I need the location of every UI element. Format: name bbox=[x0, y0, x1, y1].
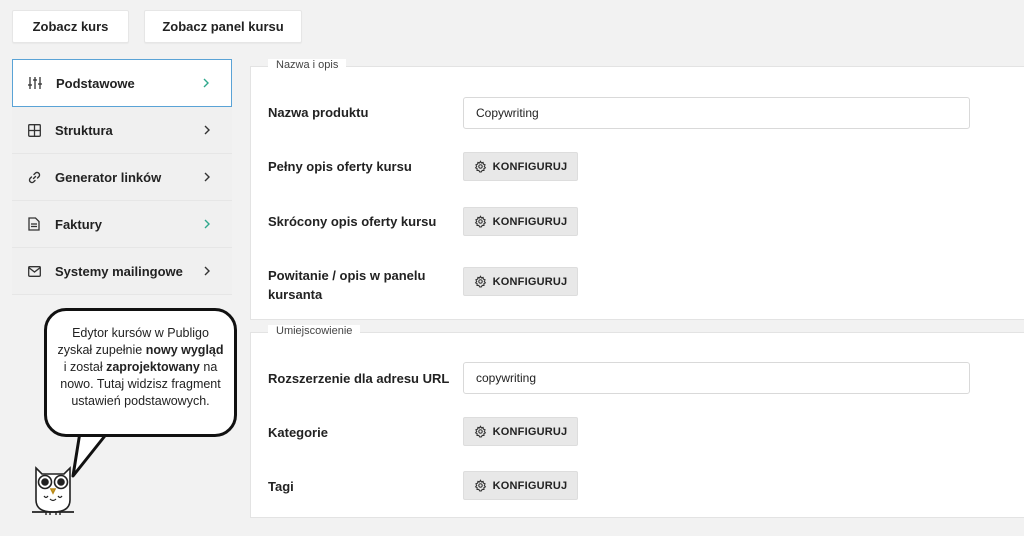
configure-label: KONFIGURUJ bbox=[492, 425, 568, 438]
chevron-right-icon bbox=[204, 172, 210, 182]
section-legend: Nazwa i opis bbox=[268, 59, 347, 71]
settings-sidebar: Podstawowe Struktura Generator linków Fa… bbox=[12, 59, 232, 295]
url-extension-input[interactable]: copywriting bbox=[463, 362, 970, 394]
section-legend: Umiejscowienie bbox=[268, 325, 361, 337]
sidebar-item-label: Podstawowe bbox=[56, 75, 135, 91]
view-course-panel-button[interactable]: Zobacz panel kursu bbox=[144, 10, 302, 43]
welcome-label-line1: Powitanie / opis w panelu bbox=[268, 268, 426, 283]
configure-full-description-button[interactable]: KONFIGURUJ bbox=[463, 152, 578, 181]
configure-label: KONFIGURUJ bbox=[492, 160, 568, 173]
product-name-label: Nazwa produktu bbox=[268, 105, 369, 120]
bubble-bold-2: zaprojektowany bbox=[106, 360, 200, 374]
document-icon bbox=[27, 217, 41, 231]
gear-icon bbox=[474, 160, 486, 173]
grid-icon bbox=[27, 123, 41, 137]
bubble-text-2: i został bbox=[63, 360, 107, 374]
placement-section: Umiejscowienie Rozszerzenie dla adresu U… bbox=[250, 325, 1024, 518]
bubble-bold-1: nowy wygląd bbox=[145, 343, 224, 357]
configure-short-description-button[interactable]: KONFIGURUJ bbox=[463, 207, 578, 236]
categories-label: Kategorie bbox=[268, 425, 328, 440]
configure-welcome-button[interactable]: KONFIGURUJ bbox=[463, 267, 578, 296]
sidebar-item-invoices[interactable]: Faktury bbox=[12, 201, 232, 248]
gear-icon bbox=[474, 215, 486, 228]
gear-icon bbox=[474, 275, 486, 288]
sliders-icon bbox=[28, 76, 42, 90]
chevron-right-icon bbox=[204, 266, 210, 276]
sidebar-item-label: Faktury bbox=[55, 216, 102, 232]
chevron-right-icon bbox=[204, 125, 210, 135]
welcome-label-line2: kursanta bbox=[268, 287, 323, 302]
chevron-right-icon bbox=[204, 219, 210, 229]
configure-tags-button[interactable]: KONFIGURUJ bbox=[463, 471, 578, 500]
configure-categories-button[interactable]: KONFIGURUJ bbox=[463, 417, 578, 446]
sidebar-item-link-generator[interactable]: Generator linków bbox=[12, 154, 232, 201]
chevron-right-icon bbox=[203, 78, 209, 88]
short-description-label: Skrócony opis oferty kursu bbox=[268, 214, 437, 229]
speech-bubble-tail bbox=[71, 430, 110, 478]
owl-mascot-icon bbox=[32, 466, 74, 515]
view-course-button[interactable]: Zobacz kurs bbox=[12, 10, 129, 43]
full-description-label: Pełny opis oferty kursu bbox=[268, 159, 412, 174]
configure-label: KONFIGURUJ bbox=[492, 215, 568, 228]
sidebar-item-structure[interactable]: Struktura bbox=[12, 107, 232, 154]
mail-icon bbox=[27, 264, 41, 278]
sidebar-item-basic[interactable]: Podstawowe bbox=[12, 59, 232, 107]
sidebar-item-mailing-systems[interactable]: Systemy mailingowe bbox=[12, 248, 232, 295]
url-extension-label: Rozszerzenie dla adresu URL bbox=[268, 371, 450, 386]
gear-icon bbox=[474, 479, 486, 492]
product-name-input[interactable]: Copywriting bbox=[463, 97, 970, 129]
tags-label: Tagi bbox=[268, 479, 294, 494]
sidebar-item-label: Systemy mailingowe bbox=[55, 263, 183, 279]
configure-label: KONFIGURUJ bbox=[492, 275, 568, 288]
welcome-label: Powitanie / opis w panelu kursanta bbox=[268, 266, 425, 304]
name-description-section: Nazwa i opis Nazwa produktu Copywriting … bbox=[250, 59, 1024, 320]
gear-icon bbox=[474, 425, 486, 438]
speech-bubble: Edytor kursów w Publigo zyskał zupełnie … bbox=[44, 308, 237, 437]
configure-label: KONFIGURUJ bbox=[492, 479, 568, 492]
sidebar-item-label: Struktura bbox=[55, 122, 113, 138]
link-icon bbox=[27, 170, 41, 184]
sidebar-item-label: Generator linków bbox=[55, 169, 162, 185]
